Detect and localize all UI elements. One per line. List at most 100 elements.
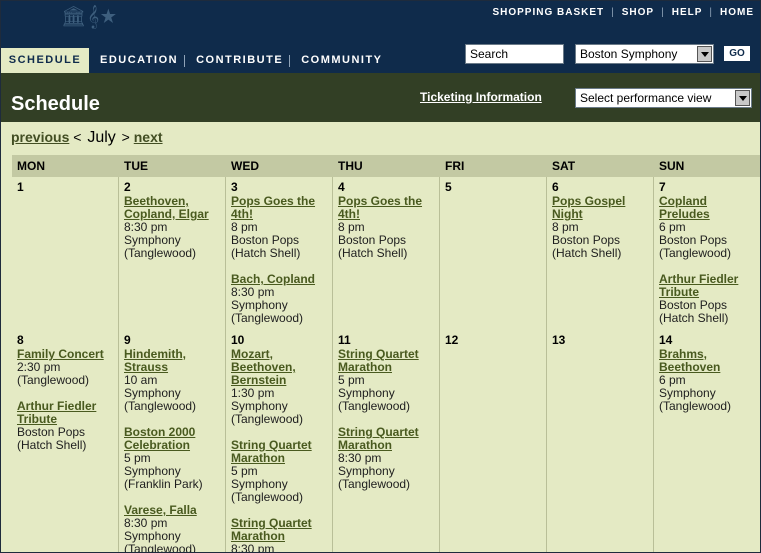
event-entry: Beethoven, Copland, Elgar 8:30 pm Symphony… (124, 195, 225, 260)
calendar-day-cell: 10 Mozart, Beethoven, Bernstein 1:30 pm Sym… (226, 330, 333, 553)
month-label: July (87, 129, 116, 146)
event-entry: String Quartet Marathon 8:30 pm Symphony (T… (338, 426, 439, 491)
organization-select-value: Boston Symphony (580, 47, 678, 61)
calendar-day-cell: 1 (12, 177, 119, 330)
event-title-link[interactable]: Copland Preludes (659, 195, 760, 221)
day-number: 13 (552, 333, 566, 347)
event-entry: Arthur Fiedler Tribute Boston Pops (Hatch … (17, 400, 118, 452)
event-detail: (Tanglewood) (124, 399, 197, 413)
calendar-week: 8 Family Concert 2:30 pm (Tanglewood) Arthur… (12, 330, 760, 553)
event-title-link[interactable]: String Quartet Marathon (231, 517, 332, 543)
weekday-label: TUE (124, 159, 148, 173)
shop-link[interactable]: SHOP (622, 7, 654, 18)
event-detail: (Tanglewood) (124, 246, 197, 260)
event-title-link[interactable]: Arthur Fiedler Tribute (17, 400, 118, 426)
event-detail: (Tanglewood) (231, 412, 304, 426)
chevron-down-icon[interactable] (735, 90, 750, 106)
performance-view-select[interactable]: Select performance view (575, 88, 752, 108)
event-detail: (Hatch Shell) (338, 246, 408, 260)
event-title-link[interactable]: Mozart, Beethoven, Bernstein (231, 348, 332, 387)
event-entry: String Quartet Marathon 8:30 pm (231, 517, 332, 553)
next-arrow: > (121, 129, 130, 145)
ticketing-information-link[interactable]: Ticketing Information (420, 90, 542, 104)
event-detail: (Hatch Shell) (659, 311, 729, 325)
shopping-basket-link[interactable]: SHOPPING BASKET (492, 7, 604, 18)
event-entry: Pops Goes the 4th! 8 pm Boston Pops (Hatch … (231, 195, 332, 260)
tab-contribute[interactable]: CONTRIBUTE (185, 48, 289, 73)
event-entry: Pops Gospel Night 8 pm Boston Pops (Hatch S… (552, 195, 653, 260)
previous-month-link[interactable]: previous (11, 129, 69, 145)
weekday-label: THU (338, 159, 363, 173)
event-detail: (Tanglewood) (124, 542, 197, 553)
utility-nav: SHOPPING BASKET | SHOP | HELP | HOME (492, 7, 754, 18)
search-input[interactable] (465, 44, 564, 64)
organization-select[interactable]: Boston Symphony (575, 44, 714, 64)
day-number: 8 (17, 333, 24, 347)
schedule-header: Schedule Ticketing Information Select pe… (1, 73, 760, 122)
next-month-link[interactable]: next (134, 129, 163, 145)
event-title-link[interactable]: String Quartet Marathon (338, 426, 439, 452)
event-detail: 8:30 pm (231, 542, 275, 553)
day-number: 14 (659, 333, 673, 347)
chevron-down-icon[interactable] (697, 46, 712, 62)
calendar-day-cell: 4 Pops Goes the 4th! 8 pm Boston Pops (Hatch… (333, 177, 440, 330)
help-link[interactable]: HELP (672, 7, 703, 18)
tab-community[interactable]: COMMUNITY (290, 48, 388, 73)
event-detail: (Hatch Shell) (231, 246, 301, 260)
event-entry: Copland Preludes 6 pm Boston Pops (Tanglewo… (659, 195, 760, 260)
utility-separator: | (611, 7, 615, 18)
day-number: 10 (231, 333, 245, 347)
day-number: 2 (124, 180, 131, 194)
main-tabs: SCHEDULE EDUCATION CONTRIBUTE COMMUNITY (1, 48, 389, 73)
utility-separator: | (709, 7, 713, 18)
calendar-day-cell: 6 Pops Gospel Night 8 pm Boston Pops (Hatch … (547, 177, 654, 330)
calendar-day-cell: 8 Family Concert 2:30 pm (Tanglewood) Arthur… (12, 330, 119, 552)
calendar-day-cell: 14 Brahms, Beethoven 6 pm Symphony (Tanglewo… (654, 330, 760, 552)
day-number: 3 (231, 180, 238, 194)
tab-education[interactable]: EDUCATION (89, 48, 184, 73)
event-detail: (Tanglewood) (659, 399, 732, 413)
day-number: 1 (17, 180, 24, 194)
top-bar: 🏛𝄞★ SHOPPING BASKET | SHOP | HELP | HOME SCHED… (1, 1, 760, 73)
event-entry: Arthur Fiedler Tribute Boston Pops (Hatch … (659, 273, 760, 325)
weekday-label: SAT (552, 159, 576, 173)
performance-view-value: Select performance view (580, 91, 712, 105)
event-title-link[interactable]: Arthur Fiedler Tribute (659, 273, 760, 299)
event-title-link[interactable]: Boston 2000 Celebration (124, 426, 225, 452)
event-title-link[interactable]: Hindemith, Strauss (124, 348, 225, 374)
event-title-link[interactable]: Pops Gospel Night (552, 195, 653, 221)
weekday-label: MON (17, 159, 45, 173)
event-detail: (Tanglewood) (338, 477, 411, 491)
event-entry: String Quartet Marathon 5 pm Symphony (Tang… (338, 348, 439, 413)
calendar-week: 1 2 Beethoven, Copland, Elgar 8:30 pm Sympho… (12, 177, 760, 330)
tab-schedule[interactable]: SCHEDULE (1, 48, 89, 73)
event-entry: String Quartet Marathon 5 pm Symphony (Tang… (231, 439, 332, 504)
event-detail: (Tanglewood) (231, 490, 304, 504)
calendar-day-cell: 12 (440, 330, 547, 552)
event-detail: (Franklin Park) (124, 477, 203, 491)
event-entry: Family Concert 2:30 pm (Tanglewood) (17, 348, 118, 387)
calendar-day-cell: 2 Beethoven, Copland, Elgar 8:30 pm Symphon… (119, 177, 226, 330)
event-title-link[interactable]: Beethoven, Copland, Elgar (124, 195, 225, 221)
event-entry: Hindemith, Strauss 10 am Symphony (Tanglewo… (124, 348, 225, 413)
event-title-link[interactable]: Pops Goes the 4th! (231, 195, 332, 221)
event-entry: Bach, Copland 8:30 pm Symphony (Tanglewood) (231, 273, 332, 325)
event-detail: (Hatch Shell) (552, 246, 622, 260)
event-title-link[interactable]: String Quartet Marathon (338, 348, 439, 374)
event-entry: Pops Goes the 4th! 8 pm Boston Pops (Hatch … (338, 195, 439, 260)
event-title-link[interactable]: String Quartet Marathon (231, 439, 332, 465)
event-title-link[interactable]: Pops Goes the 4th! (338, 195, 439, 221)
utility-separator: | (661, 7, 665, 18)
logo-icon[interactable]: 🏛𝄞★ (61, 4, 117, 29)
event-detail: (Tanglewood) (231, 311, 304, 325)
event-title-link[interactable]: Brahms, Beethoven (659, 348, 760, 374)
calendar-day-cell: 9 Hindemith, Strauss 10 am Symphony (Tanglew… (119, 330, 226, 553)
weekday-label: SUN (659, 159, 685, 173)
weekday-label: FRI (445, 159, 465, 173)
day-number: 5 (445, 180, 452, 194)
weekday-header: MON TUE WED THU FRI SAT SUN (12, 155, 760, 177)
day-number: 7 (659, 180, 666, 194)
home-link[interactable]: HOME (720, 7, 754, 18)
go-button[interactable]: GO (723, 45, 751, 62)
day-number: 6 (552, 180, 559, 194)
